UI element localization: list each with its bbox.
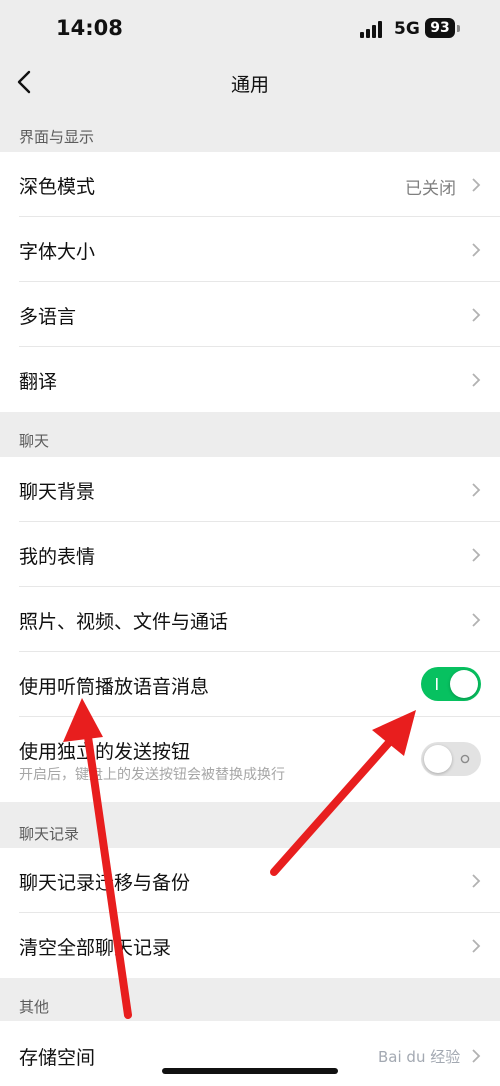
row-label: 聊天背景 bbox=[19, 481, 96, 503]
chevron-right-icon bbox=[472, 939, 481, 953]
row-dark-mode[interactable]: 深色模式 已关闭 bbox=[0, 152, 500, 217]
group-display: 深色模式 已关闭 字体大小 多语言 翻译 bbox=[0, 152, 500, 412]
chevron-right-icon bbox=[472, 613, 481, 627]
section-header-chat-history: 聊天记录 bbox=[19, 825, 80, 843]
toggle-off-mark-icon bbox=[460, 754, 470, 764]
row-value: 已关闭 bbox=[405, 179, 456, 199]
status-time: 14:08 bbox=[56, 16, 123, 40]
section-header-display: 界面与显示 bbox=[19, 128, 95, 146]
row-label: 照片、视频、文件与通话 bbox=[19, 611, 229, 633]
row-my-stickers[interactable]: 我的表情 bbox=[0, 522, 500, 587]
chevron-right-icon bbox=[472, 1049, 481, 1063]
row-separate-send-button: 使用独立的发送按钮 开启后，键盘上的发送按钮会被替换成换行 bbox=[0, 717, 500, 802]
row-migrate-backup[interactable]: 聊天记录迁移与备份 bbox=[0, 848, 500, 913]
row-earpiece-voice: 使用听筒播放语音消息 bbox=[0, 652, 500, 717]
group-chat: 聊天背景 我的表情 照片、视频、文件与通话 使用听筒播放语音消息 使用独立的发送… bbox=[0, 457, 500, 802]
section-header-other: 其他 bbox=[19, 998, 50, 1016]
row-chat-background[interactable]: 聊天背景 bbox=[0, 457, 500, 522]
row-description: 开启后，键盘上的发送按钮会被替换成换行 bbox=[19, 767, 285, 783]
row-label: 字体大小 bbox=[19, 241, 96, 263]
battery-tip bbox=[457, 25, 460, 32]
chevron-right-icon bbox=[472, 874, 481, 888]
chevron-right-icon bbox=[472, 373, 481, 387]
chevron-right-icon bbox=[472, 483, 481, 497]
chevron-right-icon bbox=[472, 548, 481, 562]
toggle-on-mark-icon bbox=[436, 678, 438, 690]
row-media-files-calls[interactable]: 照片、视频、文件与通话 bbox=[0, 587, 500, 652]
row-label: 使用听筒播放语音消息 bbox=[19, 676, 210, 698]
row-label: 翻译 bbox=[19, 371, 58, 393]
signal-icon bbox=[360, 20, 386, 38]
toggle-knob bbox=[424, 745, 452, 773]
battery-icon: 93 bbox=[425, 18, 455, 38]
row-label: 使用独立的发送按钮 bbox=[19, 741, 191, 763]
toggle-knob bbox=[450, 670, 478, 698]
section-header-chat: 聊天 bbox=[19, 432, 50, 450]
group-chat-history: 聊天记录迁移与备份 清空全部聊天记录 bbox=[0, 848, 500, 978]
row-clear-history[interactable]: 清空全部聊天记录 bbox=[0, 913, 500, 978]
row-label: 多语言 bbox=[19, 306, 77, 328]
row-translate[interactable]: 翻译 bbox=[0, 347, 500, 412]
page-title: 通用 bbox=[230, 74, 269, 96]
row-font-size[interactable]: 字体大小 bbox=[0, 217, 500, 282]
send-button-toggle[interactable] bbox=[421, 742, 481, 776]
chevron-right-icon bbox=[472, 243, 481, 257]
watermark: Bai du 经验 bbox=[378, 1048, 461, 1066]
chevron-right-icon bbox=[472, 308, 481, 322]
row-label: 存储空间 bbox=[19, 1047, 96, 1069]
row-label: 深色模式 bbox=[19, 176, 96, 198]
nav-bar: 通用 bbox=[0, 60, 500, 110]
earpiece-toggle[interactable] bbox=[421, 667, 481, 701]
row-label: 聊天记录迁移与备份 bbox=[19, 872, 191, 894]
network-type: 5G bbox=[394, 19, 420, 39]
row-label: 我的表情 bbox=[19, 546, 96, 568]
chevron-right-icon bbox=[472, 178, 481, 192]
row-language[interactable]: 多语言 bbox=[0, 282, 500, 347]
row-label: 清空全部聊天记录 bbox=[19, 937, 172, 959]
status-bar: 14:08 5G 93 bbox=[0, 0, 500, 60]
home-indicator bbox=[162, 1068, 338, 1074]
